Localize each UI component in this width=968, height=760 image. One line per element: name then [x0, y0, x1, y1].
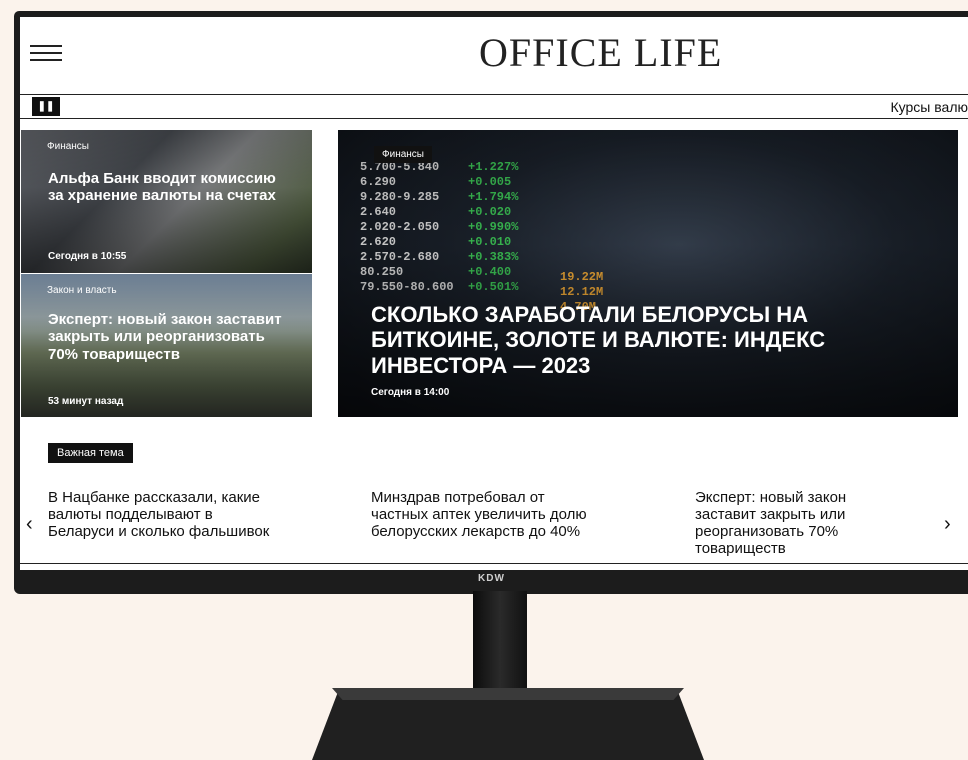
- next-arrow-icon[interactable]: ›: [944, 513, 951, 536]
- news-card-law[interactable]: Закон и власть Эксперт: новый закон заст…: [21, 274, 312, 417]
- card-time: Сегодня в 14:00: [371, 387, 450, 398]
- bottom-divider: [20, 563, 968, 564]
- monitor-brand-logo: KDW: [478, 573, 505, 584]
- ticker-pause-button[interactable]: ❚❚: [32, 97, 60, 116]
- important-news-item[interactable]: В Нацбанке рассказали, какие валюты подд…: [48, 489, 276, 540]
- news-card-alfa[interactable]: Финансы Альфа Банк вводит комиссию за хр…: [21, 130, 312, 273]
- card-title[interactable]: Эксперт: новый закон заставит закрыть ил…: [48, 311, 283, 363]
- important-news-item[interactable]: Минздрав потребовал от частных аптек уве…: [371, 489, 599, 540]
- card-time: Сегодня в 10:55: [48, 251, 127, 262]
- browser-screen: OFFICE LIFE ❚❚ Курсы валю Финансы Альфа …: [20, 17, 968, 570]
- category-tag[interactable]: Закон и власть: [43, 282, 121, 299]
- card-time: 53 минут назад: [48, 396, 124, 407]
- category-tag[interactable]: Финансы: [374, 146, 432, 163]
- site-logo[interactable]: OFFICE LIFE: [479, 29, 722, 76]
- card-title[interactable]: СКОЛЬКО ЗАРАБОТАЛИ БЕЛОРУСЫ НА БИТКОИНЕ,…: [371, 302, 931, 378]
- card-title[interactable]: Альфа Банк вводит комиссию за хранение в…: [48, 170, 278, 205]
- header-divider: [20, 94, 968, 95]
- ticker-divider: [20, 118, 968, 119]
- important-news-item[interactable]: Эксперт: новый закон заставит закрыть ил…: [695, 489, 910, 557]
- monitor-stand-top: [332, 688, 684, 700]
- monitor-stand-neck: [473, 591, 527, 693]
- news-card-main[interactable]: 5.700-5.840 6.290 9.280-9.285 2.640 2.02…: [338, 130, 958, 417]
- important-topic-label: Важная тема: [48, 443, 133, 463]
- ticker-text[interactable]: Курсы валю: [891, 99, 968, 115]
- menu-icon[interactable]: [30, 45, 62, 61]
- category-tag[interactable]: Финансы: [43, 138, 93, 155]
- prev-arrow-icon[interactable]: ‹: [26, 513, 33, 536]
